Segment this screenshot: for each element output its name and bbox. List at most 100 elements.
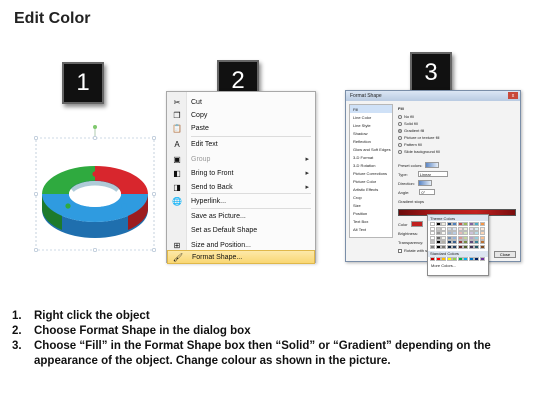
color-swatch[interactable] (452, 256, 457, 261)
color-swatch[interactable] (479, 256, 485, 261)
color-swatch[interactable] (430, 226, 435, 231)
color-swatch[interactable] (446, 256, 452, 261)
color-swatch[interactable] (474, 256, 479, 261)
color-swatch[interactable] (435, 222, 441, 226)
menu-item-save-as-picture[interactable]: Save as Picture... (167, 209, 315, 223)
color-swatch[interactable] (441, 235, 446, 240)
color-swatch[interactable] (474, 231, 479, 235)
category-size[interactable]: Size (350, 201, 392, 209)
ring-shape-object[interactable] (32, 120, 164, 253)
color-swatch[interactable] (468, 231, 474, 235)
color-swatch[interactable] (441, 231, 446, 235)
color-swatch[interactable] (452, 231, 457, 235)
color-swatch[interactable] (468, 226, 474, 231)
angle-input[interactable]: 0° (419, 189, 436, 195)
color-swatch[interactable] (474, 235, 479, 240)
category-alt-text[interactable]: Alt Text (350, 225, 392, 233)
category-crop[interactable]: Crop (350, 193, 392, 201)
color-swatch[interactable] (441, 240, 446, 244)
color-swatch[interactable] (474, 226, 479, 231)
radio-button[interactable] (398, 149, 402, 154)
menu-item-copy[interactable]: ❐ Copy (167, 108, 315, 122)
menu-item-hyperlink[interactable]: 🌐 Hyperlink... (167, 194, 315, 208)
color-swatch[interactable] (441, 256, 446, 261)
color-swatch[interactable] (446, 244, 452, 249)
color-swatch[interactable] (457, 222, 463, 226)
category-picture-corrections[interactable]: Picture Corrections (350, 169, 392, 177)
color-swatch[interactable] (435, 256, 441, 261)
type-dropdown[interactable]: Linear (417, 171, 448, 177)
color-swatch[interactable] (479, 240, 485, 244)
fill-option-picture-or-texture-fill[interactable]: Picture or texture fill (398, 135, 439, 140)
color-swatch[interactable] (463, 222, 468, 226)
category-fill[interactable]: Fill (350, 105, 392, 113)
menu-item-set-as-default-shape[interactable]: Set as Default Shape (167, 223, 315, 237)
fill-option-no-fill[interactable]: No fill (398, 114, 414, 119)
color-swatch[interactable] (457, 256, 463, 261)
category-artistic-effects[interactable]: Artistic Effects (350, 185, 392, 193)
category-3-d-rotation[interactable]: 3-D Rotation (350, 161, 392, 169)
color-swatch[interactable] (463, 231, 468, 235)
fill-option-gradient-fill[interactable]: Gradient fill (398, 128, 424, 133)
menu-item-bring-to-front[interactable]: ◧ Bring to Front ▸ (167, 166, 315, 180)
color-swatch[interactable] (474, 240, 479, 244)
fill-option-solid-fill[interactable]: Solid fill (398, 121, 418, 126)
menu-item-edit-text[interactable]: A Edit Text (167, 137, 315, 151)
category-picture-color[interactable]: Picture Color (350, 177, 392, 185)
color-swatch[interactable] (474, 222, 479, 226)
color-swatch[interactable] (474, 244, 479, 249)
color-swatch[interactable] (457, 244, 463, 249)
radio-button[interactable] (398, 142, 402, 147)
color-swatch[interactable] (452, 244, 457, 249)
radio-button[interactable] (398, 121, 402, 126)
menu-item-cut[interactable]: ✂ Cut (167, 95, 315, 109)
color-swatch[interactable] (430, 231, 435, 235)
color-swatch[interactable] (468, 222, 474, 226)
category-text-box[interactable]: Text Box (350, 217, 392, 225)
color-swatch[interactable] (430, 256, 435, 261)
color-swatch[interactable] (468, 240, 474, 244)
preset-colors-dropdown[interactable] (425, 162, 440, 168)
color-swatch[interactable] (463, 226, 468, 231)
color-swatch[interactable] (452, 226, 457, 231)
color-swatch[interactable] (457, 231, 463, 235)
category-position[interactable]: Position (350, 209, 392, 217)
color-swatch[interactable] (435, 235, 441, 240)
color-swatch[interactable] (435, 231, 441, 235)
color-swatch[interactable] (479, 226, 485, 231)
color-swatch[interactable] (446, 240, 452, 244)
radio-button[interactable] (398, 135, 402, 140)
color-swatch[interactable] (457, 235, 463, 240)
color-swatch[interactable] (479, 222, 485, 226)
category-glow-and-soft-edges[interactable]: Glow and Soft Edges (350, 145, 392, 153)
category-reflection[interactable]: Reflection (350, 137, 392, 145)
category-line-color[interactable]: Line Color (350, 113, 392, 121)
color-swatch[interactable] (452, 222, 457, 226)
color-swatch[interactable] (435, 226, 441, 231)
radio-button[interactable] (398, 114, 402, 119)
menu-item-format-shape[interactable]: 🖌 Format Shape... (167, 250, 315, 264)
color-swatch[interactable] (446, 222, 452, 226)
color-swatch[interactable] (468, 244, 474, 249)
color-swatch[interactable] (430, 222, 435, 226)
fill-option-pattern-fill[interactable]: Pattern fill (398, 142, 422, 147)
color-swatch[interactable] (463, 244, 468, 249)
radio-button[interactable] (398, 128, 402, 133)
color-swatch[interactable] (463, 235, 468, 240)
color-swatch[interactable] (446, 231, 452, 235)
color-swatch[interactable] (430, 240, 435, 244)
color-swatch[interactable] (468, 256, 474, 261)
color-swatch[interactable] (463, 240, 468, 244)
color-swatch[interactable] (441, 222, 446, 226)
more-colors-link[interactable]: More Colors... (428, 263, 488, 268)
rotate-with-shape-checkbox[interactable] (398, 248, 402, 253)
direction-dropdown[interactable] (417, 180, 432, 186)
color-swatch[interactable] (457, 226, 463, 231)
menu-item-paste[interactable]: 📋 Paste (167, 121, 315, 135)
color-swatch[interactable] (468, 235, 474, 240)
color-swatch[interactable] (435, 240, 441, 244)
color-swatch[interactable] (452, 240, 457, 244)
close-icon[interactable]: x (508, 92, 518, 99)
color-swatch[interactable] (479, 244, 485, 249)
color-swatch[interactable] (457, 240, 463, 244)
